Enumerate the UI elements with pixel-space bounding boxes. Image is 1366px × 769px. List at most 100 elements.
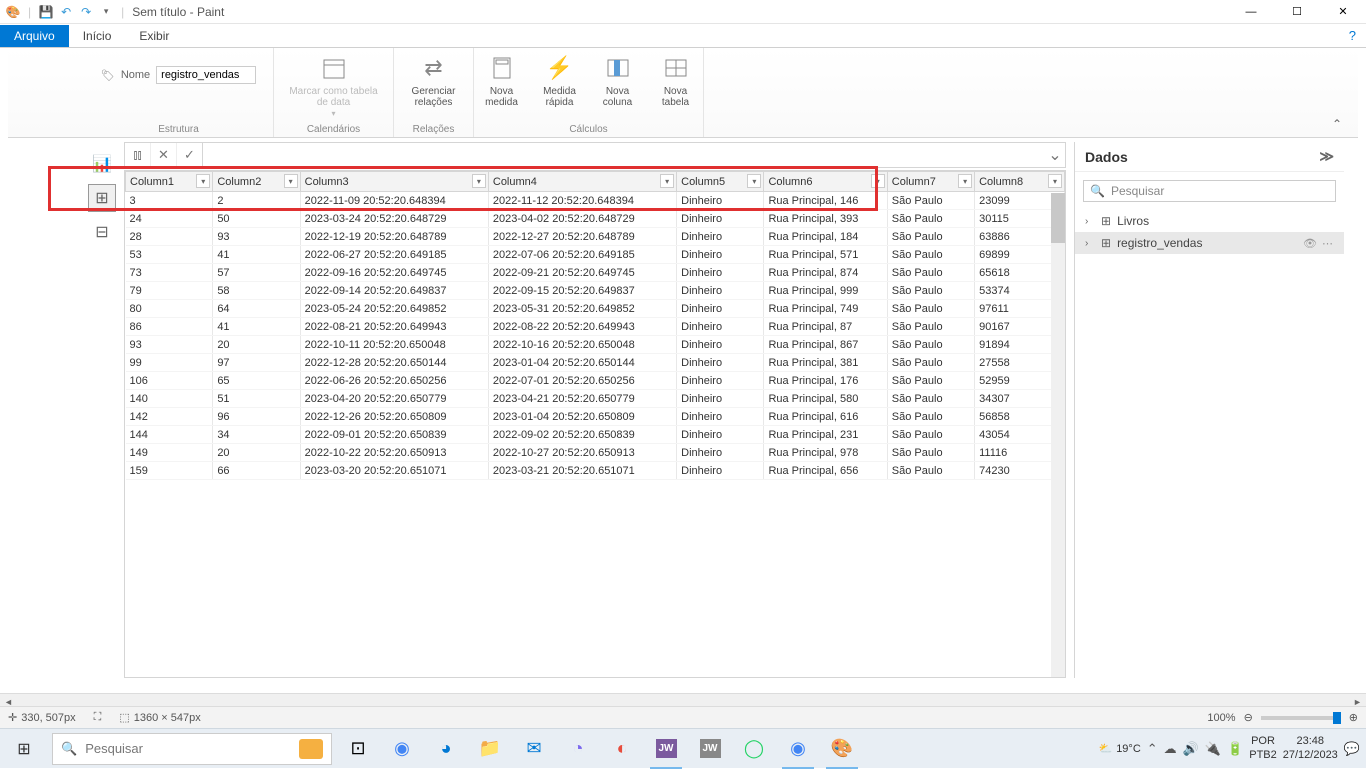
table-cell[interactable]: Dinheiro (677, 336, 764, 354)
column-header[interactable]: Column4▾ (488, 172, 676, 192)
table-cell[interactable]: 96 (213, 408, 300, 426)
table-cell[interactable]: Dinheiro (677, 390, 764, 408)
gerenciar-relacoes-button[interactable]: ⇄ Gerenciar relações (409, 52, 459, 108)
battery-icon[interactable]: 🔋 (1227, 741, 1243, 757)
table-cell[interactable]: 2023-03-24 20:52:20.648729 (300, 210, 488, 228)
table-cell[interactable]: 57 (213, 264, 300, 282)
close-button[interactable]: ✕ (1320, 0, 1366, 24)
column-header[interactable]: Column6▾ (764, 172, 887, 192)
table-cell[interactable]: 2022-12-27 20:52:20.648789 (488, 228, 676, 246)
task-view-icon[interactable]: ⊡ (336, 729, 380, 769)
whatsapp-icon[interactable]: ◯ (732, 729, 776, 769)
table-cell[interactable]: Dinheiro (677, 300, 764, 318)
table-cell[interactable]: Rua Principal, 874 (764, 264, 887, 282)
language-indicator[interactable]: PORPTB2 (1249, 735, 1277, 761)
table-cell[interactable]: 2022-11-12 20:52:20.648394 (488, 192, 676, 210)
table-cell[interactable]: 64 (213, 300, 300, 318)
dados-expand-icon[interactable]: ≫ (1319, 148, 1334, 165)
table-row[interactable]: 149202022-10-22 20:52:20.6509132022-10-2… (126, 444, 1065, 462)
table-cell[interactable]: 2023-04-21 20:52:20.650779 (488, 390, 676, 408)
table-cell[interactable]: 2022-12-19 20:52:20.648789 (300, 228, 488, 246)
column-filter-icon[interactable]: ▾ (660, 174, 674, 188)
table-cell[interactable]: 2022-09-15 20:52:20.649837 (488, 282, 676, 300)
column-filter-icon[interactable]: ▾ (958, 174, 972, 188)
table-cell[interactable]: 41 (213, 246, 300, 264)
table-cell[interactable]: 2 (213, 192, 300, 210)
table-cell[interactable]: 2023-05-24 20:52:20.649852 (300, 300, 488, 318)
table-cell[interactable]: 65 (213, 372, 300, 390)
table-cell[interactable]: São Paulo (887, 390, 974, 408)
fx-cancel-icon[interactable]: ✕ (151, 143, 177, 167)
column-filter-icon[interactable]: ▾ (871, 174, 885, 188)
taskbar-search[interactable]: 🔍 Pesquisar (52, 733, 332, 765)
zoom-slider[interactable] (1261, 716, 1341, 720)
table-cell[interactable]: Dinheiro (677, 264, 764, 282)
table-cell[interactable]: Dinheiro (677, 318, 764, 336)
redo-icon[interactable]: ↷ (77, 3, 95, 21)
table-cell[interactable]: Dinheiro (677, 246, 764, 264)
table-cell[interactable]: 97 (213, 354, 300, 372)
column-filter-icon[interactable]: ▾ (747, 174, 761, 188)
table-row[interactable]: 140512023-04-20 20:52:20.6507792023-04-2… (126, 390, 1065, 408)
table-cell[interactable]: São Paulo (887, 210, 974, 228)
fx-commit-icon[interactable]: ✓ (177, 143, 203, 167)
table-cell[interactable]: 2022-10-22 20:52:20.650913 (300, 444, 488, 462)
table-cell[interactable]: Rua Principal, 656 (764, 462, 887, 480)
help-icon[interactable]: ? (1339, 28, 1366, 43)
column-header[interactable]: Column3▾ (300, 172, 488, 192)
column-filter-icon[interactable]: ▾ (196, 174, 210, 188)
zoom-out-button[interactable]: ⊖ (1244, 711, 1253, 724)
column-filter-icon[interactable]: ▾ (1048, 174, 1062, 188)
formula-bar[interactable]: ⫾⫾ ✕ ✓ ⌄ (124, 142, 1066, 168)
table-cell[interactable]: 99 (126, 354, 213, 372)
table-cell[interactable]: Rua Principal, 616 (764, 408, 887, 426)
table-row[interactable]: 73572022-09-16 20:52:20.6497452022-09-21… (126, 264, 1065, 282)
save-icon[interactable]: 💾 (37, 3, 55, 21)
table-row[interactable]: 28932022-12-19 20:52:20.6487892022-12-27… (126, 228, 1065, 246)
table-cell[interactable]: 24 (126, 210, 213, 228)
table-cell[interactable]: 2022-07-06 20:52:20.649185 (488, 246, 676, 264)
table-cell[interactable]: São Paulo (887, 246, 974, 264)
table-cell[interactable]: Dinheiro (677, 192, 764, 210)
table-cell[interactable]: 79 (126, 282, 213, 300)
network-icon[interactable]: 🔌 (1205, 741, 1221, 757)
ribbon-collapse-icon[interactable]: ⌃ (1316, 111, 1358, 137)
column-header[interactable]: Column5▾ (677, 172, 764, 192)
table-cell[interactable]: Dinheiro (677, 426, 764, 444)
table-cell[interactable]: 2022-06-26 20:52:20.650256 (300, 372, 488, 390)
table-row[interactable]: 53412022-06-27 20:52:20.6491852022-07-06… (126, 246, 1065, 264)
table-cell[interactable]: Rua Principal, 580 (764, 390, 887, 408)
table-cell[interactable]: 58 (213, 282, 300, 300)
table-cell[interactable]: 2023-04-02 20:52:20.648729 (488, 210, 676, 228)
nova-tabela-button[interactable]: Nova tabela (651, 52, 701, 108)
table-cell[interactable]: 93 (126, 336, 213, 354)
table-cell[interactable]: 2022-09-21 20:52:20.649745 (488, 264, 676, 282)
table-cell[interactable]: São Paulo (887, 228, 974, 246)
dados-item[interactable]: ›⊞Livros (1075, 210, 1344, 232)
table-cell[interactable]: São Paulo (887, 282, 974, 300)
chrome-icon-2[interactable]: ◉ (776, 729, 820, 769)
qat-dropdown-icon[interactable]: ▾ (97, 3, 115, 21)
table-row[interactable]: 93202022-10-11 20:52:20.6500482022-10-16… (126, 336, 1065, 354)
table-cell[interactable]: São Paulo (887, 264, 974, 282)
table-cell[interactable]: 66 (213, 462, 300, 480)
table-cell[interactable]: 2022-09-02 20:52:20.650839 (488, 426, 676, 444)
table-cell[interactable]: Dinheiro (677, 408, 764, 426)
notifications-icon[interactable]: 💬 (1344, 741, 1360, 757)
column-header[interactable]: Column2▾ (213, 172, 300, 192)
jw-icon-2[interactable]: JW (688, 729, 732, 769)
tray-chevron-icon[interactable]: ⌃ (1147, 741, 1158, 757)
table-cell[interactable]: Dinheiro (677, 444, 764, 462)
app-icon-1[interactable]: ◐ (600, 729, 644, 769)
table-cell[interactable]: Rua Principal, 749 (764, 300, 887, 318)
table-row[interactable]: 106652022-06-26 20:52:20.6502562022-07-0… (126, 372, 1065, 390)
fx-chart-icon[interactable]: ⫾⫾ (125, 143, 151, 167)
column-header[interactable]: Column7▾ (887, 172, 974, 192)
table-cell[interactable]: 2022-08-21 20:52:20.649943 (300, 318, 488, 336)
table-cell[interactable]: Rua Principal, 393 (764, 210, 887, 228)
table-row[interactable]: 86412022-08-21 20:52:20.6499432022-08-22… (126, 318, 1065, 336)
table-cell[interactable]: 2022-12-26 20:52:20.650809 (300, 408, 488, 426)
table-cell[interactable]: Rua Principal, 231 (764, 426, 887, 444)
nova-coluna-button[interactable]: Nova coluna (593, 52, 643, 108)
table-cell[interactable]: Dinheiro (677, 282, 764, 300)
